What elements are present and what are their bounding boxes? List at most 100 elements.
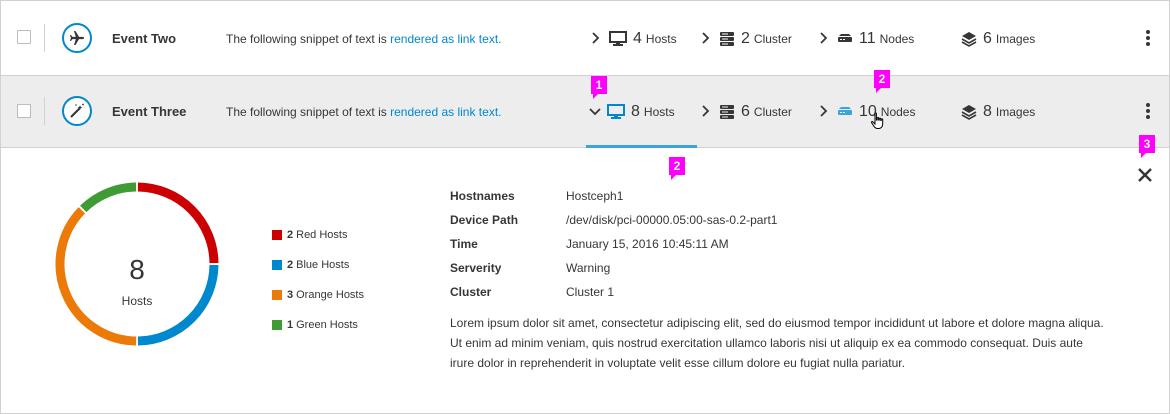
legend-label: Green Hosts: [296, 318, 358, 331]
chevron-right-icon: [819, 104, 831, 120]
legend-item-red: 2 Red Hosts: [272, 227, 364, 242]
detail-row-severity: Serverity Warning: [450, 256, 777, 280]
cluster-label: Cluster: [753, 32, 792, 46]
detail-row-cluster: Cluster Cluster 1: [450, 280, 777, 304]
callout-marker-1: 1: [591, 76, 607, 99]
legend-item-blue: 2 Blue Hosts: [272, 257, 364, 272]
event-description: The following snippet of text is rendere…: [226, 32, 502, 46]
images-toggle[interactable]: 6 Images: [955, 27, 1035, 51]
detail-value: January 15, 2016 10:45:11 AM: [566, 237, 729, 251]
chevron-right-icon: [591, 31, 603, 47]
legend-item-green: 1 Green Hosts: [272, 317, 364, 332]
legend-item-orange: 3 Orange Hosts: [272, 287, 364, 302]
callout-marker-3: 3: [1139, 135, 1155, 158]
monitor-icon: [609, 31, 627, 47]
detail-row-time: Time January 15, 2016 10:45:11 AM: [450, 232, 777, 256]
hosts-toggle-expanded[interactable]: 8 Hosts: [589, 100, 675, 124]
event-title: Event Three: [112, 104, 187, 119]
nodes-toggle[interactable]: 11 Nodes: [819, 27, 914, 51]
hand-cursor-icon: [870, 112, 886, 135]
nodes-count: 11: [859, 30, 876, 47]
event-long-description: Lorem ipsum dolor sit amet, consectetur …: [450, 316, 1104, 370]
legend-label: Blue Hosts: [296, 258, 350, 271]
detail-value: Warning: [566, 261, 611, 275]
layers-icon: [961, 31, 977, 47]
divider: [44, 24, 45, 52]
legend-swatch: [272, 229, 282, 240]
donut-segment-red: [137, 182, 219, 264]
detail-key: Device Path: [450, 213, 519, 227]
detail-row-device-path: Device Path/dev/disk/pci-00000.05:00-sas…: [450, 208, 777, 232]
legend-count: 2: [287, 228, 294, 241]
kebab-menu-icon[interactable]: [1146, 103, 1150, 121]
images-toggle[interactable]: 8 Images: [955, 100, 1035, 124]
legend-label: Red Hosts: [296, 228, 348, 241]
legend-swatch: [272, 319, 282, 330]
node-icon: [837, 106, 853, 118]
nodes-label: Nodes: [879, 32, 915, 46]
description-text: The following snippet of text is: [226, 105, 391, 119]
detail-key: Cluster: [450, 285, 492, 299]
chevron-right-icon: [701, 104, 713, 120]
chevron-right-icon: [701, 31, 713, 47]
cluster-count: 2: [741, 30, 750, 47]
detail-row-hostnames: Hostnames Hostceph1: [450, 184, 777, 208]
detail-value: Cluster 1: [566, 285, 615, 299]
cluster-toggle[interactable]: 2 Cluster: [701, 27, 792, 51]
layers-icon: [961, 104, 977, 120]
cluster-toggle[interactable]: 6 Cluster: [701, 100, 792, 124]
detail-value: /dev/disk/pci-00000.05:00-sas-0.2-part1: [566, 213, 778, 227]
list-view: Event Two The following snippet of text …: [0, 0, 1170, 414]
images-label: Images: [995, 32, 1036, 46]
description-text: The following snippet of text is: [226, 32, 391, 46]
event-title: Event Two: [112, 31, 177, 46]
divider: [44, 97, 45, 125]
detail-key: Hostnames: [450, 189, 515, 203]
callout-marker-2: 2: [874, 70, 890, 93]
hosts-count: 8: [631, 103, 640, 120]
nodes-toggle-hover[interactable]: 10 Nodes: [819, 100, 915, 124]
detail-key: Serverity: [450, 261, 502, 275]
callout-marker-2b: 2: [669, 157, 685, 180]
cluster-count: 6: [741, 103, 750, 120]
close-icon[interactable]: [1137, 167, 1153, 183]
hosts-toggle[interactable]: 4 Hosts: [591, 27, 677, 51]
event-description: The following snippet of text is rendere…: [226, 105, 502, 119]
row-checkbox[interactable]: [17, 104, 31, 118]
magic-wand-icon: [62, 96, 92, 126]
legend-swatch: [272, 289, 282, 300]
nodes-label: Nodes: [880, 105, 916, 119]
images-label: Images: [995, 105, 1036, 119]
active-tab-underline: [586, 145, 697, 148]
list-item-event-three[interactable]: Event Three The following snippet of tex…: [1, 75, 1169, 148]
details-list: Hostnames Hostceph1 Device Path/dev/disk/…: [450, 184, 777, 304]
list-item-event-two[interactable]: Event Two The following snippet of text …: [1, 3, 1169, 75]
legend-label: Orange Hosts: [296, 288, 364, 301]
images-count: 6: [983, 30, 992, 47]
description-link[interactable]: rendered as link text.: [390, 105, 501, 119]
monitor-icon: [607, 104, 625, 120]
legend-count: 3: [287, 288, 294, 301]
hosts-count: 4: [633, 30, 642, 47]
server-stack-icon: [719, 104, 735, 120]
kebab-menu-icon[interactable]: [1146, 30, 1150, 48]
legend-count: 2: [287, 258, 294, 271]
detail-key: Time: [450, 237, 478, 251]
airplane-icon: [62, 23, 92, 53]
donut-label: Hosts: [121, 294, 153, 308]
chevron-down-icon: [589, 104, 601, 120]
legend-swatch: [272, 259, 282, 270]
legend-count: 1: [287, 318, 294, 331]
server-stack-icon: [719, 31, 735, 47]
cluster-label: Cluster: [753, 105, 792, 119]
donut-segment-green: [80, 182, 137, 213]
description-link[interactable]: rendered as link text.: [390, 32, 501, 46]
images-count: 8: [983, 103, 992, 120]
donut-legend: 2 Red Hosts 2 Blue Hosts 3 Orange Hosts 1 Gr…: [272, 227, 364, 347]
chevron-right-icon: [819, 31, 831, 47]
hosts-label: Hosts: [643, 105, 675, 119]
row-checkbox[interactable]: [17, 30, 31, 44]
donut-total: 8: [129, 254, 145, 285]
node-icon: [837, 33, 853, 45]
detail-value: Hostceph1: [566, 189, 624, 203]
